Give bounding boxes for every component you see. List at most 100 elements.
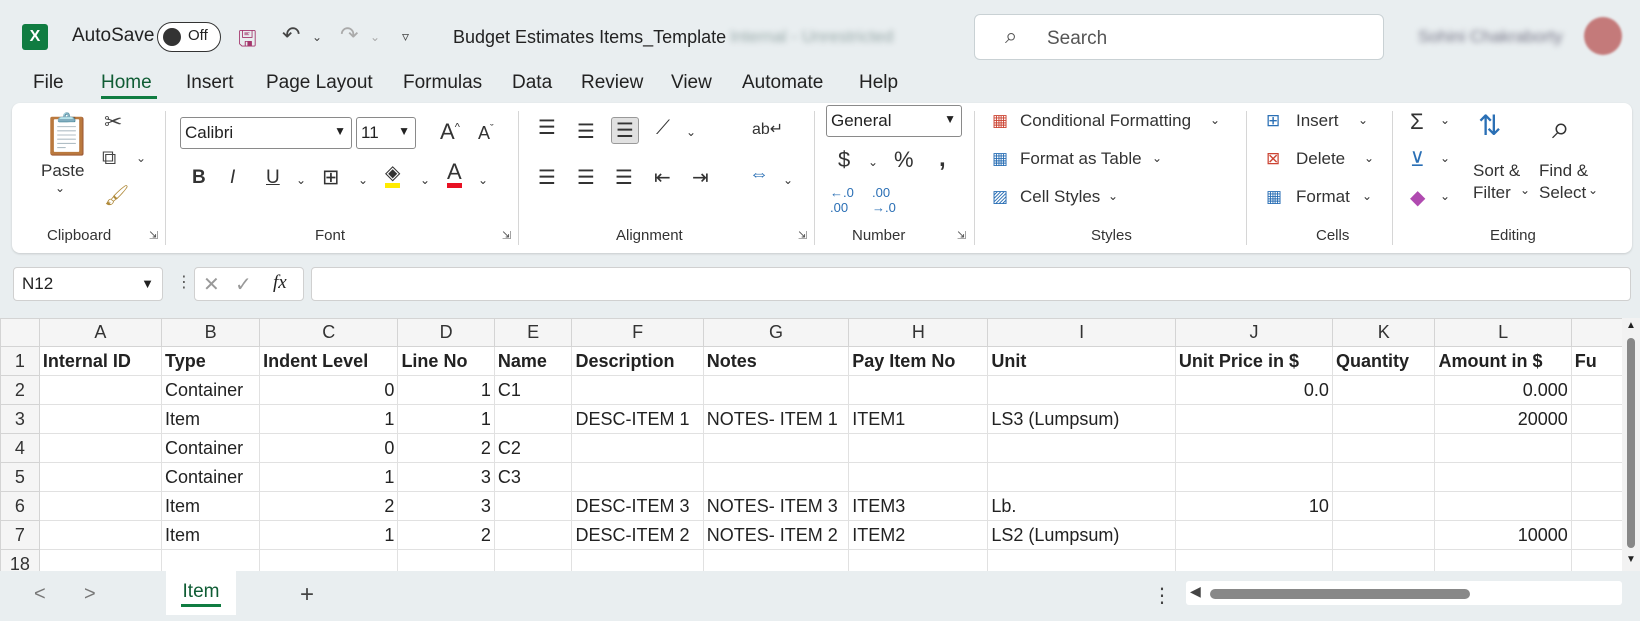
cell[interactable]	[702, 375, 850, 405]
cell[interactable]: C3	[493, 462, 573, 492]
increase-indent-icon[interactable]: ⇥	[692, 165, 709, 190]
cell[interactable]: DESC-ITEM 3	[571, 491, 704, 521]
tab-view[interactable]: View	[671, 72, 712, 94]
cell[interactable]: NOTES- ITEM 2	[702, 520, 850, 550]
column-header[interactable]: F	[571, 318, 704, 347]
column-header[interactable]: L	[1434, 318, 1572, 347]
cell[interactable]: C2	[493, 433, 573, 463]
copy-dropdown-icon[interactable]: ⌄	[136, 151, 146, 165]
italic-icon[interactable]: I	[230, 167, 235, 189]
paste-label[interactable]: Paste	[41, 161, 84, 181]
cell[interactable]	[38, 491, 163, 521]
fill-color-icon[interactable]: ◈	[385, 163, 401, 188]
cell[interactable]: Description	[571, 346, 704, 376]
redo-icon[interactable]: ↷	[340, 22, 358, 48]
cell[interactable]	[38, 520, 163, 550]
cell[interactable]: 2	[397, 433, 495, 463]
cell[interactable]: 1	[259, 462, 399, 492]
chevron-down-icon[interactable]: ⌄	[1440, 189, 1450, 203]
cell[interactable]: C1	[493, 375, 573, 405]
customize-toolbar-icon[interactable]: ▿	[402, 28, 409, 45]
cell[interactable]	[987, 375, 1176, 405]
next-sheet-icon[interactable]: >	[84, 583, 96, 606]
tab-data[interactable]: Data	[512, 72, 552, 94]
cell[interactable]: Item	[161, 491, 261, 521]
cell[interactable]	[1331, 520, 1436, 550]
column-header[interactable]: H	[848, 318, 989, 347]
delete-cells-button[interactable]: Delete	[1296, 149, 1345, 169]
cell[interactable]	[987, 462, 1176, 492]
cell[interactable]	[1174, 520, 1333, 550]
tab-review[interactable]: Review	[581, 72, 643, 94]
cell[interactable]	[259, 549, 399, 571]
cell[interactable]	[571, 375, 704, 405]
merge-center-icon[interactable]: ⇔	[749, 163, 769, 186]
cell[interactable]	[1570, 520, 1630, 550]
cell[interactable]: Container	[161, 462, 261, 492]
sheet-tab-item[interactable]: Item	[166, 571, 236, 615]
column-header[interactable]: I	[987, 318, 1176, 347]
user-name[interactable]: Sohini Chakraborty	[1418, 27, 1563, 47]
font-launcher-icon[interactable]: ⇲	[502, 229, 511, 242]
cell[interactable]: Quantity	[1331, 346, 1436, 376]
column-header[interactable]: A	[38, 318, 163, 347]
cell[interactable]	[1331, 491, 1436, 521]
cell[interactable]	[1570, 549, 1630, 571]
cancel-icon[interactable]: ✕	[203, 272, 220, 297]
copy-icon[interactable]: ⧉	[102, 147, 116, 170]
percent-icon[interactable]: %	[894, 147, 914, 173]
cell[interactable]	[1434, 491, 1572, 521]
cell[interactable]: Indent Level	[259, 346, 399, 376]
chevron-down-icon[interactable]: ⌄	[1440, 113, 1450, 127]
format-painter-icon[interactable]: 🖌	[104, 183, 129, 208]
number-launcher-icon[interactable]: ⇲	[957, 229, 966, 242]
align-top-icon[interactable]: ☰	[538, 115, 556, 140]
orientation-icon[interactable]: ⟋	[656, 117, 670, 140]
save-icon[interactable]: 🖫	[238, 22, 257, 60]
filter-label[interactable]: Filter	[1473, 183, 1511, 203]
currency-icon[interactable]: $	[838, 147, 850, 173]
undo-dropdown-icon[interactable]: ⌄	[312, 30, 322, 44]
cell[interactable]	[1174, 404, 1333, 434]
cell[interactable]: Notes	[702, 346, 850, 376]
select-label[interactable]: Select	[1539, 183, 1586, 203]
row-header[interactable]: 6	[0, 491, 40, 521]
alignment-launcher-icon[interactable]: ⇲	[798, 229, 807, 242]
cell[interactable]	[848, 375, 989, 405]
document-title[interactable]: Budget Estimates Items_Template	[453, 27, 726, 48]
cell[interactable]	[1331, 375, 1436, 405]
cell[interactable]	[1434, 462, 1572, 492]
cell[interactable]	[1570, 433, 1630, 463]
increase-decimal-icon[interactable]: ←.0.00	[830, 185, 854, 215]
cell[interactable]: Pay Item No	[848, 346, 989, 376]
clipboard-launcher-icon[interactable]: ⇲	[149, 229, 158, 242]
font-color-icon[interactable]: A	[447, 161, 462, 188]
cell[interactable]	[493, 549, 573, 571]
row-header[interactable]: 2	[0, 375, 40, 405]
sort-label[interactable]: Sort &	[1473, 161, 1520, 181]
tab-insert[interactable]: Insert	[186, 72, 234, 94]
cell[interactable]	[848, 462, 989, 492]
chevron-down-icon[interactable]: ⌄	[1358, 113, 1368, 127]
underline-dropdown-icon[interactable]: ⌄	[296, 173, 306, 187]
cell[interactable]	[702, 549, 850, 571]
cell[interactable]	[1331, 433, 1436, 463]
decrease-indent-icon[interactable]: ⇤	[654, 165, 671, 190]
sort-filter-icon[interactable]: ⇅	[1478, 109, 1501, 142]
name-box[interactable]: N12 ▼	[13, 267, 163, 301]
column-header[interactable]	[1570, 318, 1630, 347]
cell[interactable]: Unit Price in $	[1174, 346, 1333, 376]
wrap-text-icon[interactable]: ab↵	[752, 119, 783, 139]
chevron-down-icon[interactable]: ⌄	[1152, 151, 1162, 165]
cell[interactable]	[848, 549, 989, 571]
cell[interactable]: 2	[397, 520, 495, 550]
search-box[interactable]: ⌕ Search	[974, 14, 1384, 60]
cell[interactable]: Fu	[1570, 346, 1630, 376]
cell[interactable]: Container	[161, 375, 261, 405]
column-header[interactable]: G	[702, 318, 850, 347]
currency-dropdown-icon[interactable]: ⌄	[868, 155, 878, 169]
more-options-icon[interactable]: ⋮	[176, 272, 192, 292]
cell[interactable]	[1434, 433, 1572, 463]
cell[interactable]	[702, 462, 850, 492]
cell[interactable]: 1	[397, 404, 495, 434]
